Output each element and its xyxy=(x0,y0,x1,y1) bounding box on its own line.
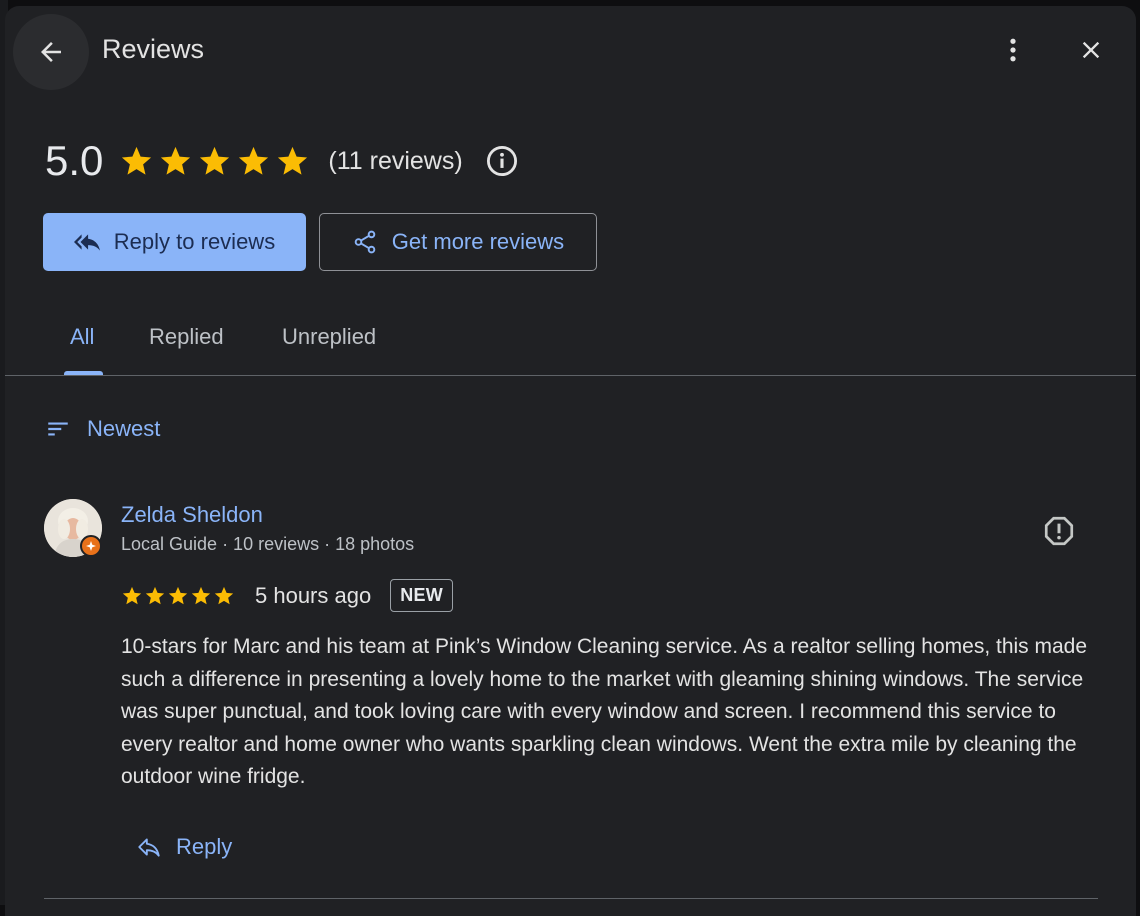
star-icon xyxy=(278,146,308,175)
more-vert-icon xyxy=(1010,38,1016,62)
get-more-reviews-label: Get more reviews xyxy=(391,229,565,254)
reply-to-reviews-button[interactable]: Reply to reviews xyxy=(43,213,306,271)
star-icon xyxy=(200,146,230,175)
reply-to-reviews-label: Reply to reviews xyxy=(113,229,276,254)
reply-label: Reply xyxy=(176,834,233,859)
tab-replied[interactable]: Replied xyxy=(149,324,224,350)
get-more-reviews-button[interactable]: Get more reviews xyxy=(319,213,597,271)
tab-unreplied[interactable]: Unreplied xyxy=(282,324,376,350)
rating-summary: 5.0 (11 reviews) xyxy=(45,136,519,186)
reviews-panel: Reviews 5.0 (11 reviews) Reply to review… xyxy=(5,6,1136,916)
star-icon xyxy=(239,146,269,175)
reply-button[interactable]: Reply xyxy=(136,834,232,860)
review-divider xyxy=(44,898,1098,899)
close-button[interactable] xyxy=(1073,32,1109,68)
review-text: 10-stars for Marc and his team at Pink’s… xyxy=(121,635,1088,788)
star-icon xyxy=(168,586,188,604)
tab-all[interactable]: All xyxy=(70,324,94,350)
more-options-button[interactable] xyxy=(995,32,1031,68)
sort-icon xyxy=(48,422,68,436)
reviewer-meta: Local Guide · 10 reviews · 18 photos xyxy=(121,534,415,554)
star-icon xyxy=(161,146,191,175)
rating-stars xyxy=(119,144,310,179)
sort-label: Newest xyxy=(87,416,161,441)
sort-button[interactable]: Newest xyxy=(45,416,160,442)
panel-title: Reviews xyxy=(102,34,205,64)
review-rating-row: 5 hours ago NEW xyxy=(121,579,454,612)
tabs-divider xyxy=(5,375,1136,376)
arrow-left-icon xyxy=(41,42,61,62)
local-guide-badge-icon xyxy=(80,535,102,557)
review-filter-tabs: All Replied Unreplied xyxy=(5,306,1136,376)
report-icon xyxy=(1044,516,1074,546)
info-icon[interactable] xyxy=(485,144,519,178)
new-badge: NEW xyxy=(390,579,454,612)
reply-all-icon xyxy=(73,234,100,251)
report-review-button[interactable] xyxy=(1041,513,1077,549)
reply-icon xyxy=(138,838,160,857)
star-icon xyxy=(191,586,211,604)
star-icon xyxy=(214,586,234,604)
back-button[interactable] xyxy=(13,14,89,90)
star-icon xyxy=(122,146,152,175)
close-icon xyxy=(1082,41,1100,59)
share-icon xyxy=(354,230,376,254)
review-count: (11 reviews) xyxy=(328,146,463,175)
review-stars xyxy=(121,585,235,607)
review-time: 5 hours ago xyxy=(255,582,372,608)
reviewer-name[interactable]: Zelda Sheldon xyxy=(121,502,263,528)
average-rating: 5.0 xyxy=(45,137,104,184)
star-icon xyxy=(145,586,165,604)
star-icon xyxy=(122,586,142,604)
